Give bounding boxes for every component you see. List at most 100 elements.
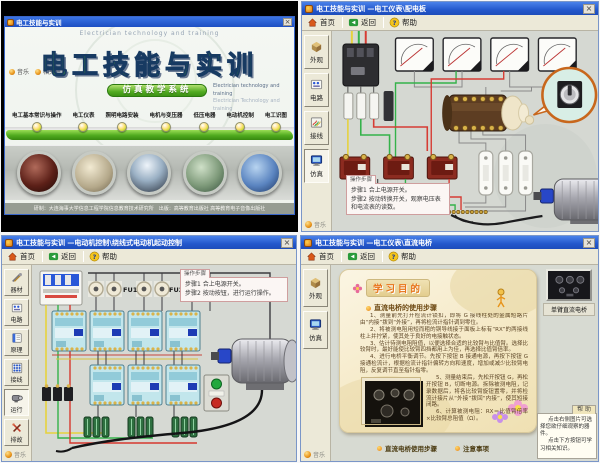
svg-text:?: ? [393,19,397,27]
photo-tool-thumb[interactable] [127,151,171,195]
photo-meter-thumb[interactable] [72,151,116,195]
window-title: 电工技能与实训 [16,17,281,27]
step-1: 步骤1 合上电源开关。 [351,187,445,195]
menu-orb-icon [235,122,245,132]
close-icon[interactable]: × [281,238,293,248]
splash-titlebar: 电工技能与实训 × [5,17,294,27]
music-link[interactable]: 音乐 [305,220,326,229]
bullet-icon [377,446,382,451]
usage-steps-link[interactable]: 直流电桥使用步骤 [377,443,437,453]
help-button[interactable]: ?帮助 [387,16,421,29]
circuit-icon [310,78,323,91]
sidebar-simulation[interactable]: 仿真 [304,149,329,183]
sidebar-circuit[interactable]: 电路 [304,73,329,107]
changeover-switch[interactable] [442,95,534,131]
music-link[interactable]: 音乐 [304,450,325,459]
bullet-icon [366,306,371,311]
sidebar-wiring[interactable]: 接线 [4,359,29,386]
photo-wires-thumb[interactable] [17,151,61,195]
sidebar-troubleshoot[interactable]: 排故 [4,419,29,446]
sidebar-principle[interactable]: 原理 [4,329,29,356]
sidebar-appearance[interactable]: 外观 [304,35,329,69]
operation-steps-tab: 操作步骤 [180,269,210,278]
operation-steps-box: 操作步骤 步骤1 合上电源开关。 步骤2 按动转换开关，观察电压表和电流表的读数… [346,183,450,215]
learning-main: 学习目的 直流电桥的使用步骤 1、测量前先打开检流计锁扣，即将 G 接线柱处的金… [331,265,598,461]
wiring-diagram: FU1 FU2 [32,265,296,461]
sidebar-wiring[interactable]: 接线 [304,111,329,145]
menu-item-lighting[interactable]: 照明电路安装 [105,111,138,132]
notes-link[interactable]: 注意事项 [455,443,489,453]
close-icon[interactable]: × [583,238,595,248]
circuit-breaker[interactable] [40,271,82,305]
mode-sidebar: 器材 电路 原理 接线 运行 排故 [2,265,32,461]
back-button[interactable]: 返回 [345,250,379,263]
toolbar-separator [42,251,43,262]
back-button[interactable]: 返回 [346,16,380,29]
music-ball-icon [305,221,312,228]
sidebar-appearance[interactable]: 外观 [303,269,328,307]
sidebar-run[interactable]: 运行 [4,389,29,416]
fuses [344,93,379,119]
splash-window: 电工技能与实训 × Electrician technology and tra… [4,16,295,215]
cube-icon [310,40,323,53]
home-icon [306,251,317,262]
home-button[interactable]: 首页 [305,16,339,29]
panel-learning-page: 电工技能与实训 —电工仪表\直流电桥 × 首页 返回 ?帮助 外观 仿真 [300,235,599,462]
svg-text:?: ? [93,253,97,261]
pliers-icon [11,422,23,434]
screenshot-collage: 电工技能与实训 × Electrician technology and tra… [0,0,600,463]
step-2: 步骤2 按动按钮，进行运行操作。 [185,290,283,298]
menu-item-motor-control[interactable]: 电动机控制 [226,111,254,132]
sidebar-equipment[interactable]: 器材 [4,269,29,296]
window-title: 电工技能与实训 —电工仪表\直流电桥 [315,238,580,248]
help-button[interactable]: ?帮助 [386,250,420,263]
menu-item-diagrams[interactable]: 电工识图 [265,111,287,132]
help-tab: 帮 助 [572,405,596,414]
power-switch[interactable] [343,44,379,86]
terminals-grid-icon [11,362,23,374]
home-icon [7,251,18,262]
start-stop-buttons[interactable] [204,375,229,411]
header-english: Electrician technology and training [5,30,294,37]
projector-icon [11,392,23,404]
home-icon [307,17,318,28]
menu-item-motors-transformers[interactable]: 电机与变压器 [149,111,182,132]
photo-components-thumb[interactable] [238,151,282,195]
menu-item-instruments[interactable]: 电工仪表 [72,111,94,132]
bridge-photo [362,378,420,424]
close-icon[interactable]: × [583,4,595,14]
titlebar: 电工技能与实训 —电工仪表\配电板 × [302,2,598,15]
home-button[interactable]: 首页 [5,250,39,263]
app-subtitle-banner: 仿真教学系统 [107,84,207,97]
back-icon [348,17,359,28]
sidebar-circuit[interactable]: 电路 [4,299,29,326]
titlebar: 电工技能与实训 —电动机控制\绕线式电动机起动控制 × [2,236,296,249]
menu-orb-icon [32,122,42,132]
app-icon [305,5,313,13]
menu-item-basics[interactable]: 电工基本常识与操作 [12,111,62,132]
back-button[interactable]: 返回 [46,250,80,263]
mode-sidebar: 外观 仿真 [301,265,331,461]
operation-steps-tab: 操作步骤 [346,175,376,184]
music-ball-icon [304,451,311,458]
bullet-icon [455,446,460,451]
photo-motor-thumb[interactable] [183,151,227,195]
mascot-figure [494,288,508,312]
fuse-label-fu1: FU1 [123,286,138,294]
learning-window: 电工技能与实训 —电工仪表\直流电桥 × 首页 返回 ?帮助 外观 仿真 [300,235,599,462]
panel-splash: 电工技能与实训 × Electrician technology and tra… [1,1,298,232]
bottom-links: 直流电桥使用步骤 注意事项 [377,443,489,453]
toolbar-separator [342,17,343,28]
close-icon[interactable]: × [283,18,292,26]
learning-card: 学习目的 直流电桥的使用步骤 1、测量前先打开检流计锁扣，即将 G 接线柱处的金… [339,269,537,433]
page-title-ribbon: 学习目的 [352,279,430,297]
music-link[interactable]: 音乐 [5,450,26,459]
sidebar-simulation[interactable]: 仿真 [303,311,328,349]
home-button[interactable]: 首页 [304,250,338,263]
photo-band [5,145,294,200]
menu-item-lowvoltage[interactable]: 低压电器 [193,111,215,132]
help-button[interactable]: ?帮助 [87,250,121,263]
window-title: 电工技能与实训 —电工仪表\配电板 [316,4,580,14]
back-icon [48,251,59,262]
component-thumbnail[interactable]: 单臂直流电桥 [543,269,595,316]
